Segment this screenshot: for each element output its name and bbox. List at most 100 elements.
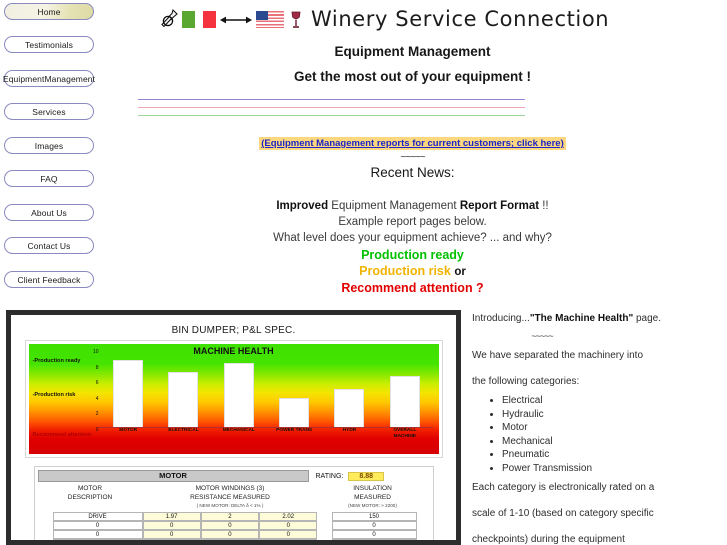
table-cell: DRIVE (52, 511, 143, 521)
list-item: Pneumatic (502, 448, 724, 462)
chart-bar (168, 371, 199, 428)
sidebar-item-label: Home (37, 6, 61, 17)
news-bold-report-format: Report Format (459, 200, 540, 212)
divider-green (138, 115, 525, 116)
intro-pre: Introducing... (472, 313, 530, 324)
header-logo-icons (160, 8, 303, 30)
chart-category-label: MECHANICAL (222, 428, 255, 433)
table-data-col-insulation: 150 0 0 0 (331, 511, 417, 540)
rating-value: 8.88 (348, 471, 384, 481)
table-section-motor: MOTOR (37, 470, 309, 482)
intro-line: Introducing..."The Machine Health" page. (472, 310, 724, 327)
table-row: 1.97 2 2.02 (142, 511, 318, 521)
table-cell: 0 (259, 529, 318, 539)
page-tagline: Get the most out of your equipment ! (294, 69, 531, 84)
chart-bars (101, 352, 433, 428)
table-row: 000 (142, 520, 318, 530)
table-data-rows: DRIVE 0 0 0 1.97 2 2.02 0 0 0 0 0 0 0 0 0 150 0 0 0 (38, 511, 430, 540)
machine-health-chart: MACHINE HEALTH -Production ready -Produc… (24, 340, 443, 458)
rating-label: RATING: (315, 472, 344, 480)
chart-bar (223, 362, 254, 428)
table-rating-cell: RATING: 8.88 (312, 470, 430, 482)
right-para-2: scale of 1-10 (based on category specifi… (472, 508, 654, 519)
sidebar-item-client-feedback[interactable]: Client Feedback (4, 271, 94, 288)
col3-fine-print: (NEW MOTOR: > 2200) (348, 503, 397, 508)
site-header: Winery Service Connection (160, 3, 609, 35)
wrench-gear-icon (160, 8, 180, 30)
brand-title: Winery Service Connection (311, 7, 610, 31)
right-para-3: checkpoints) during the equipment (472, 534, 625, 545)
list-item: Power Transmission (502, 462, 724, 476)
sidebar-item-equipmentmanagement[interactable]: EquipmentManagement (3, 70, 95, 87)
equipment-reports-link[interactable]: (Equipment Management reports for curren… (259, 137, 566, 150)
report-title: BIN DUMPER; P&L SPEC. (171, 325, 296, 336)
news-line1-end: !! (539, 200, 549, 212)
sidebar-item-services[interactable]: Services (4, 103, 94, 120)
table-cell: 0 (142, 529, 201, 539)
chart-category-label: MOTOR (119, 428, 138, 433)
recent-news-body: Improved Equipment Management Report For… (98, 198, 727, 246)
chart-category-label: ELECTRICAL (168, 428, 199, 433)
status-legend: Production ready Production risk or Reco… (98, 247, 727, 296)
italy-flag-red-icon (203, 10, 216, 28)
table-cell: 0 (200, 520, 260, 530)
report-screenshot-frame: BIN DUMPER; P&L SPEC. MACHINE HEALTH -Pr… (6, 310, 461, 545)
sidebar-item-label: Services (32, 106, 66, 117)
chart-zone-label-attention: Recommend attention (32, 432, 92, 438)
list-item: Motor (502, 421, 724, 435)
y-tick-8: 8 (95, 364, 99, 371)
sidebar-item-label: About Us (31, 207, 67, 218)
italy-flag-green-icon (182, 10, 195, 28)
table-cell: 2 (200, 511, 260, 521)
table-cell: 0 (52, 538, 143, 540)
table-cell: 0 (52, 529, 143, 539)
chart-bar (113, 360, 144, 428)
divider-purple (138, 99, 525, 100)
table-cell: 2.02 (259, 511, 318, 521)
right-line-2: the following categories: (472, 376, 580, 387)
intro-post: page. (633, 313, 662, 324)
sidebar-item-faq[interactable]: FAQ (4, 170, 94, 187)
right-line-1: We have separated the machinery into (472, 350, 644, 361)
table-col-motor-description: MOTOR DESCRIPTION (38, 485, 143, 511)
sidebar-item-label: Testimonials (25, 39, 73, 50)
col3-line2: MEASURED (354, 493, 391, 501)
table-row: 000 (142, 538, 318, 540)
table-col-insulation: INSULATION MEASURED (NEW MOTOR: > 2200) (318, 485, 428, 511)
chart-bar (334, 389, 365, 428)
right-text-column: Introducing..."The Machine Health" page.… (472, 310, 724, 545)
status-or-label: or (454, 266, 466, 278)
chart-category-label: HYDR (342, 428, 357, 433)
tilde-separator-right: ~~~~~ (531, 331, 553, 341)
us-flag-icon (256, 10, 284, 28)
intro-bold-machine-health: "The Machine Health" (529, 313, 634, 324)
table-cell: 0 (200, 538, 260, 540)
table-cell: 150 (331, 511, 417, 521)
chart-zone-label-ready: -Production ready (32, 358, 81, 364)
col1-line2: DESCRIPTION (67, 493, 113, 501)
col1-line1: MOTOR (77, 485, 103, 492)
table-data-col-windings: 1.97 2 2.02 0 0 0 0 0 0 0 0 0 (142, 511, 318, 540)
page-title: Equipment Management (334, 44, 491, 59)
report-link-container: (Equipment Management reports for curren… (98, 133, 727, 151)
sidebar-item-home[interactable]: Home (4, 3, 94, 20)
sidebar-item-testimonials[interactable]: Testimonials (4, 36, 94, 53)
y-tick-2: 2 (95, 411, 99, 418)
wine-glass-icon (289, 10, 303, 29)
col2-fine-print: ( NEW MOTOR: DELTA δ < 1% ) (196, 503, 264, 508)
main-top-text: Equipment Management Get the most out of… (98, 40, 727, 84)
sidebar-item-contact-us[interactable]: Contact Us (4, 237, 94, 254)
sidebar-item-label: Contact Us (27, 240, 71, 251)
sidebar-item-images[interactable]: Images (4, 137, 94, 154)
col3-line1: INSULATION (353, 485, 392, 492)
recent-news-heading: Recent News: (370, 165, 455, 180)
divider-pink (138, 107, 525, 108)
news-line-3: What level does your equipment achieve? … (273, 232, 552, 244)
double-arrow-icon (220, 13, 252, 25)
table-col-motor-windings: MOTOR WINDINGS (3) RESISTANCE MEASURED (… (143, 485, 318, 511)
table-cell: 0 (259, 538, 318, 540)
tilde-separator-top: ~~~~~ (400, 152, 425, 163)
table-cell: 0 (142, 538, 201, 540)
sidebar-item-about-us[interactable]: About Us (4, 204, 94, 221)
right-para-1: Each category is electronically rated on… (472, 482, 655, 493)
